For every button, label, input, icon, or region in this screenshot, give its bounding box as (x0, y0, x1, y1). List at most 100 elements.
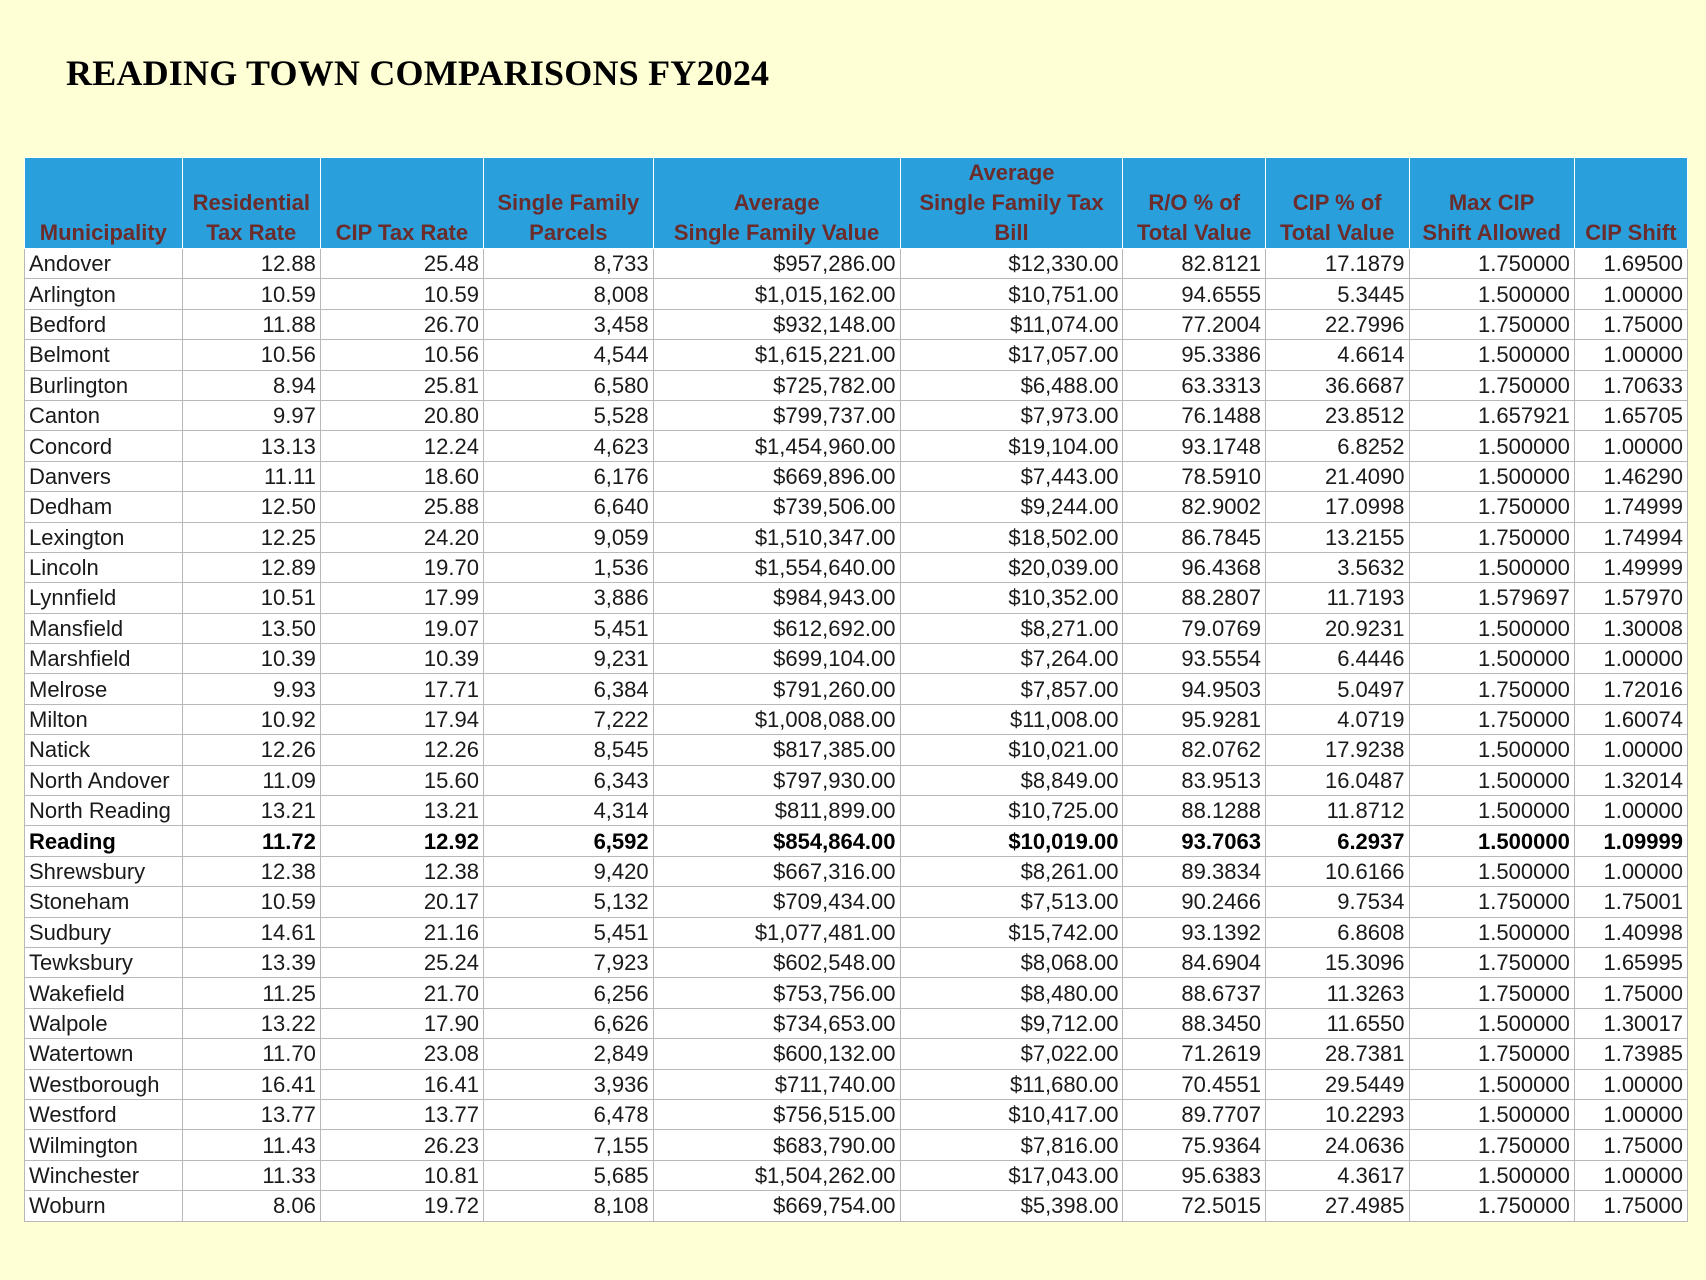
cell-max-cip-shift-allowed: 1.500000 (1408, 460, 1575, 493)
cell-average-single-family-value: $1,454,960.00 (652, 430, 901, 462)
cell-cip-shift: 1.46290 (1573, 460, 1689, 493)
table-row: Westborough 16.41 16.41 3,936 $711,740.00 $11… (24, 1068, 1689, 1100)
cell-cip-shift: 1.30008 (1573, 612, 1689, 645)
page-title: READING TOWN COMPARISONS FY2024 (66, 53, 770, 93)
cell-max-cip-shift-allowed: 1.500000 (1408, 1068, 1575, 1100)
cell-cip-percent-total-value: 29.5449 (1264, 1068, 1410, 1100)
cell-residential-tax-rate: 11.72 (181, 825, 321, 857)
cell-cip-percent-total-value: 5.0497 (1264, 673, 1410, 705)
cell-ro-percent-total-value: 82.9002 (1122, 491, 1266, 523)
cell-cip-tax-rate: 18.60 (319, 460, 484, 493)
cell-municipality: Andover (24, 247, 183, 280)
cell-single-family-parcels: 5,451 (482, 612, 654, 645)
cell-cip-shift: 1.65705 (1573, 399, 1689, 432)
cell-cip-shift: 1.00000 (1573, 734, 1689, 766)
cell-max-cip-shift-allowed: 1.500000 (1408, 1007, 1575, 1040)
table-row: Bedford 11.88 26.70 3,458 $932,148.00 $11,074… (24, 308, 1689, 341)
cell-max-cip-shift-allowed: 1.500000 (1408, 278, 1575, 310)
cell-average-single-family-value: $811,899.00 (652, 795, 901, 827)
table-row: Milton 10.92 17.94 7,222 $1,008,088.00 $11,00… (24, 703, 1689, 736)
cell-residential-tax-rate: 11.70 (181, 1038, 321, 1070)
cell-cip-tax-rate: 26.23 (319, 1129, 484, 1161)
cell-single-family-parcels: 6,343 (482, 764, 654, 797)
cell-cip-tax-rate: 25.81 (319, 369, 484, 401)
cell-municipality: Arlington (24, 278, 183, 310)
cell-average-single-family-value: $756,515.00 (652, 1098, 901, 1131)
cell-single-family-parcels: 4,314 (482, 795, 654, 827)
column-header-average-single-family-value: Average Single Family Value (652, 157, 901, 249)
cell-single-family-parcels: 3,458 (482, 308, 654, 341)
cell-cip-percent-total-value: 11.6550 (1264, 1007, 1410, 1040)
cell-ro-percent-total-value: 63.3313 (1122, 369, 1266, 401)
cell-cip-tax-rate: 17.90 (319, 1007, 484, 1040)
cell-single-family-parcels: 4,623 (482, 430, 654, 462)
cell-residential-tax-rate: 8.94 (181, 369, 321, 401)
cell-max-cip-shift-allowed: 1.500000 (1408, 916, 1575, 948)
cell-residential-tax-rate: 11.09 (181, 764, 321, 797)
cell-cip-shift: 1.00000 (1573, 430, 1689, 462)
cell-cip-tax-rate: 15.60 (319, 764, 484, 797)
cell-max-cip-shift-allowed: 1.500000 (1408, 855, 1575, 888)
column-header-text: Max CIP (1448, 190, 1535, 215)
cell-cip-shift: 1.40998 (1573, 916, 1689, 948)
cell-average-single-family-value: $612,692.00 (652, 612, 901, 645)
cell-ro-percent-total-value: 95.6383 (1122, 1159, 1266, 1192)
cell-single-family-parcels: 6,640 (482, 491, 654, 523)
cell-ro-percent-total-value: 93.5554 (1122, 643, 1266, 675)
cell-cip-percent-total-value: 16.0487 (1264, 764, 1410, 797)
cell-single-family-parcels: 7,222 (482, 703, 654, 736)
cell-cip-shift: 1.69500 (1573, 247, 1689, 280)
cell-single-family-parcels: 2,849 (482, 1038, 654, 1070)
cell-municipality: Burlington (24, 369, 183, 401)
cell-cip-percent-total-value: 21.4090 (1264, 460, 1410, 493)
column-header-text: R/O % of (1148, 190, 1241, 215)
cell-residential-tax-rate: 9.93 (181, 673, 321, 705)
cell-residential-tax-rate: 8.06 (181, 1190, 321, 1222)
cell-single-family-parcels: 4,544 (482, 339, 654, 371)
cell-cip-percent-total-value: 9.7534 (1264, 886, 1410, 918)
cell-residential-tax-rate: 10.56 (181, 339, 321, 371)
table-row: Canton 9.97 20.80 5,528 $799,737.00 $7,973.00… (24, 399, 1689, 432)
cell-max-cip-shift-allowed: 1.750000 (1408, 308, 1575, 341)
cell-cip-shift: 1.75000 (1573, 977, 1689, 1009)
cell-single-family-parcels: 8,108 (482, 1190, 654, 1222)
cell-ro-percent-total-value: 93.1748 (1122, 430, 1266, 462)
cell-max-cip-shift-allowed: 1.500000 (1408, 1098, 1575, 1131)
cell-municipality: Wakefield (24, 977, 183, 1009)
cell-average-single-family-value: $1,554,640.00 (652, 551, 901, 584)
cell-average-single-family-tax-bill: $7,513.00 (899, 886, 1124, 918)
cell-cip-percent-total-value: 4.3617 (1264, 1159, 1410, 1192)
cell-ro-percent-total-value: 88.1288 (1122, 795, 1266, 827)
cell-max-cip-shift-allowed: 1.750000 (1408, 1129, 1575, 1161)
cell-residential-tax-rate: 10.51 (181, 582, 321, 614)
cell-average-single-family-value: $1,615,221.00 (652, 339, 901, 371)
cell-cip-percent-total-value: 10.2293 (1264, 1098, 1410, 1131)
cell-average-single-family-tax-bill: $7,264.00 (899, 643, 1124, 675)
cell-average-single-family-value: $957,286.00 (652, 247, 901, 280)
cell-cip-shift: 1.75001 (1573, 886, 1689, 918)
cell-residential-tax-rate: 11.88 (181, 308, 321, 341)
cell-cip-shift: 1.09999 (1573, 825, 1689, 857)
cell-cip-tax-rate: 25.88 (319, 491, 484, 523)
cell-cip-tax-rate: 21.16 (319, 916, 484, 948)
cell-average-single-family-value: $791,260.00 (652, 673, 901, 705)
cell-ro-percent-total-value: 94.9503 (1122, 673, 1266, 705)
column-header-text: Average (733, 190, 820, 215)
cell-single-family-parcels: 5,132 (482, 886, 654, 918)
cell-average-single-family-value: $1,504,262.00 (652, 1159, 901, 1192)
cell-single-family-parcels: 7,923 (482, 946, 654, 979)
column-header-text: Shift Allowed (1422, 220, 1561, 245)
cell-cip-percent-total-value: 11.3263 (1264, 977, 1410, 1009)
cell-cip-tax-rate: 10.56 (319, 339, 484, 371)
cell-cip-shift: 1.49999 (1573, 551, 1689, 584)
table-row: Arlington 10.59 10.59 8,008 $1,015,162.00 $10… (24, 278, 1689, 310)
cell-residential-tax-rate: 12.50 (181, 491, 321, 523)
cell-municipality: Danvers (24, 460, 183, 493)
cell-cip-shift: 1.00000 (1573, 1159, 1689, 1192)
cell-residential-tax-rate: 13.13 (181, 430, 321, 462)
cell-single-family-parcels: 8,545 (482, 734, 654, 766)
cell-municipality: Lynnfield (24, 582, 183, 614)
cell-single-family-parcels: 6,176 (482, 460, 654, 493)
column-header-text: Bill (994, 220, 1029, 245)
cell-ro-percent-total-value: 84.6904 (1122, 946, 1266, 979)
